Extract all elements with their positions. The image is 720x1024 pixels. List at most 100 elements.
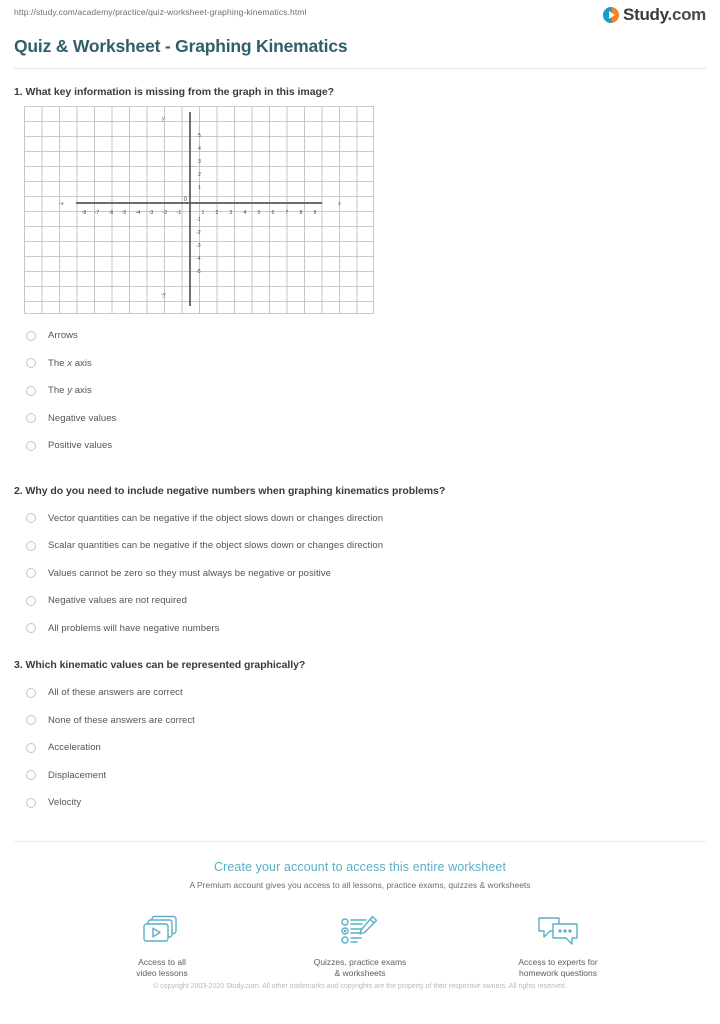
option-row[interactable]: Velocity xyxy=(14,789,706,817)
svg-text:0: 0 xyxy=(184,197,188,203)
question-2-options: Vector quantities can be negative if the… xyxy=(14,505,706,643)
svg-text:-3: -3 xyxy=(149,210,154,216)
radio-button[interactable] xyxy=(26,595,36,606)
perk-label: Quizzes, practice exams & worksheets xyxy=(313,956,407,978)
option-label: The y axis xyxy=(48,385,92,397)
browser-top-bar: http://study.com/academy/practice/quiz-w… xyxy=(0,0,720,30)
svg-text:-7: -7 xyxy=(95,210,100,216)
cta-perks: Access to all video lessons Quizzes, pra… xyxy=(0,912,720,980)
option-row[interactable]: Acceleration xyxy=(14,734,706,762)
option-label: Negative values xyxy=(48,412,117,424)
svg-text:8: 8 xyxy=(300,210,303,216)
svg-text:-4: -4 xyxy=(136,210,141,216)
perk-label: Access to all video lessons xyxy=(136,956,188,978)
question-1-text: 1. What key information is missing from … xyxy=(14,86,335,98)
svg-text:-3: -3 xyxy=(196,243,201,249)
svg-text:5: 5 xyxy=(258,210,261,216)
perk-experts: Access to experts for homework questions xyxy=(494,912,622,980)
option-label: Velocity xyxy=(48,797,82,809)
title-divider xyxy=(14,68,706,69)
svg-text:5: 5 xyxy=(198,133,201,139)
option-row[interactable]: The x axis xyxy=(14,350,706,378)
question-3: 3. Which kinematic values can be represe… xyxy=(14,659,706,817)
svg-text:6: 6 xyxy=(272,210,275,216)
option-label: Acceleration xyxy=(48,742,101,754)
radio-button[interactable] xyxy=(26,797,36,808)
negative-x-axis-label: -x xyxy=(59,201,64,207)
page-title: Quiz & Worksheet - Graphing Kinematics xyxy=(14,36,348,56)
radio-button[interactable] xyxy=(26,715,36,726)
option-row[interactable]: Vector quantities can be negative if the… xyxy=(14,505,706,533)
option-row[interactable]: Arrows xyxy=(14,322,706,350)
cta-subtitle: A Premium account gives you access to al… xyxy=(189,879,531,890)
chat-experts-icon xyxy=(494,912,622,948)
option-label: Negative values are not required xyxy=(48,595,187,607)
option-row[interactable]: Negative values xyxy=(14,405,706,433)
option-row[interactable]: Displacement xyxy=(14,762,706,790)
radio-button[interactable] xyxy=(26,513,36,524)
svg-text:1: 1 xyxy=(198,185,201,191)
option-label: Values cannot be zero so they must alway… xyxy=(48,567,331,579)
question-1-options: Arrows The x axis The y axis Negative va… xyxy=(14,322,706,460)
svg-text:9: 9 xyxy=(314,210,317,216)
svg-text:3: 3 xyxy=(230,210,233,216)
option-label: Scalar quantities can be negative if the… xyxy=(48,540,384,552)
radio-button[interactable] xyxy=(26,687,36,698)
svg-text:2: 2 xyxy=(198,172,201,178)
question-1: 1. What key information is missing from … xyxy=(14,86,706,460)
perk-label: Access to experts for homework questions xyxy=(518,956,598,978)
svg-text:4: 4 xyxy=(198,146,201,152)
page-url: http://study.com/academy/practice/quiz-w… xyxy=(14,7,307,17)
play-circle-icon xyxy=(603,7,620,23)
question-2-text: 2. Why do you need to include negative n… xyxy=(14,484,446,497)
option-label: Arrows xyxy=(48,330,78,342)
svg-text:-6: -6 xyxy=(109,210,114,216)
cta-title[interactable]: Create your account to access this entir… xyxy=(0,860,720,874)
radio-button[interactable] xyxy=(26,770,36,781)
question-2: 2. Why do you need to include negative n… xyxy=(14,485,706,643)
option-row[interactable]: All problems will have negative numbers xyxy=(14,615,706,643)
option-row[interactable]: Negative values are not required xyxy=(14,587,706,615)
option-row[interactable]: All of these answers are correct xyxy=(14,679,706,707)
radio-button[interactable] xyxy=(26,540,36,551)
option-label: Vector quantities can be negative if the… xyxy=(48,512,384,524)
radio-button[interactable] xyxy=(26,413,36,424)
radio-button[interactable] xyxy=(26,358,36,369)
svg-text:-5: -5 xyxy=(122,210,127,216)
option-row[interactable]: Scalar quantities can be negative if the… xyxy=(14,532,706,560)
option-label: All problems will have negative numbers xyxy=(48,622,220,634)
svg-text:-1: -1 xyxy=(196,217,201,223)
x-axis-label: x xyxy=(337,201,341,207)
logo-name: Study xyxy=(623,5,668,24)
cta-section: Create your account to access this entir… xyxy=(0,860,720,980)
radio-button[interactable] xyxy=(26,742,36,753)
svg-text:7: 7 xyxy=(286,210,289,216)
svg-text:1: 1 xyxy=(202,210,205,216)
coordinate-grid-graph: -8 -7 -6 -5 -4 -3 -2 -1 1 2 3 4 5 6 7 8 … xyxy=(24,106,374,314)
option-row[interactable]: Values cannot be zero so they must alway… xyxy=(14,560,706,588)
logo-suffix: .com xyxy=(667,5,707,24)
svg-text:2: 2 xyxy=(216,210,219,216)
question-3-options: All of these answers are correct None of… xyxy=(14,679,706,817)
option-row[interactable]: None of these answers are correct xyxy=(14,707,706,735)
option-label: None of these answers are correct xyxy=(48,714,195,726)
svg-text:-4: -4 xyxy=(196,256,201,262)
perk-video-lessons: Access to all video lessons xyxy=(98,912,226,980)
option-row[interactable]: The y axis xyxy=(14,377,706,405)
option-label: Positive values xyxy=(48,440,113,452)
option-label: All of these answers are correct xyxy=(48,687,183,699)
radio-button[interactable] xyxy=(26,568,36,579)
negative-y-axis-label: -y xyxy=(161,292,166,298)
svg-text:-2: -2 xyxy=(196,230,201,236)
study-com-logo[interactable]: Study.com xyxy=(603,5,706,25)
svg-text:-2: -2 xyxy=(163,210,168,216)
radio-button[interactable] xyxy=(26,440,36,451)
y-axis-label: y xyxy=(161,116,165,122)
radio-button[interactable] xyxy=(26,623,36,634)
option-row[interactable]: Positive values xyxy=(14,432,706,460)
radio-button[interactable] xyxy=(26,330,36,341)
radio-button[interactable] xyxy=(26,385,36,396)
video-lessons-icon xyxy=(98,912,226,948)
svg-text:-1: -1 xyxy=(177,210,182,216)
question-3-text: 3. Which kinematic values can be represe… xyxy=(14,659,306,671)
